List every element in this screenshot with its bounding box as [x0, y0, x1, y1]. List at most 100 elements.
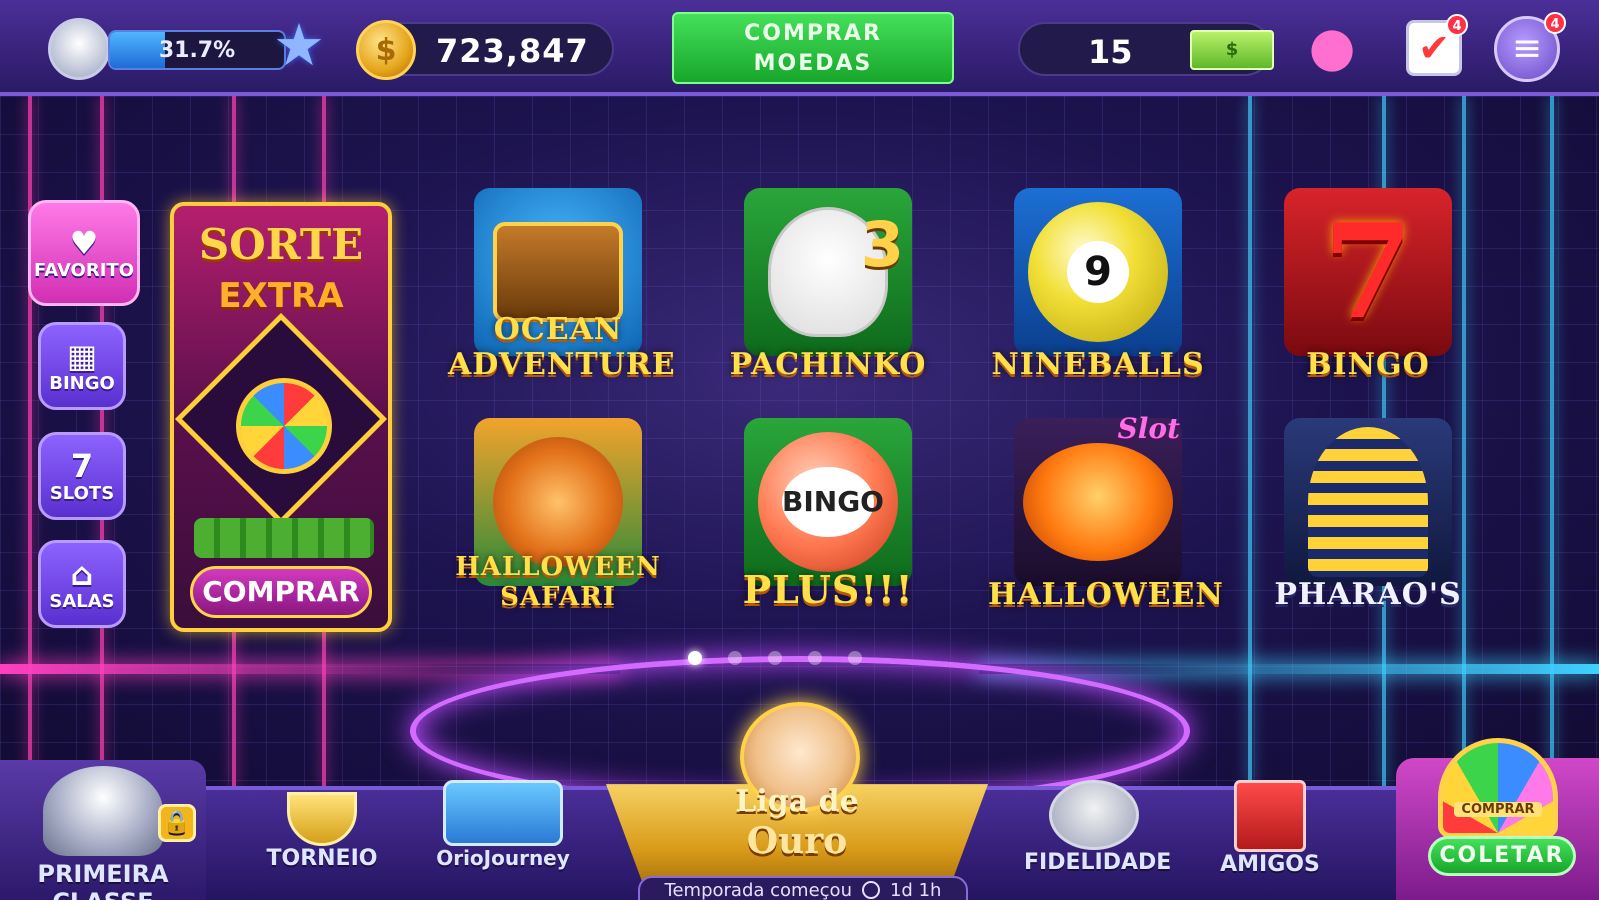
page-dot[interactable]: [808, 651, 822, 665]
page-dot[interactable]: [848, 651, 862, 665]
coin-balance: $ 723,847: [356, 20, 614, 80]
player-avatar[interactable]: [48, 18, 110, 80]
first-class-button[interactable]: PRIMEIRA CLASSE 🔒: [0, 760, 206, 900]
game-art: BINGO: [744, 418, 912, 586]
wheel-buy-label: COMPRAR: [1454, 802, 1542, 817]
top-bar: 31.7% ★ $ 723,847 COMPRAR MOEDAS 15 $ ● …: [0, 0, 1599, 96]
pumpkin-icon: [1023, 443, 1173, 561]
nav-label: SLOTS: [49, 482, 115, 504]
tasks-notification-badge: 4: [1446, 14, 1468, 36]
daily-wheel-panel: COMPRAR COLETAR: [1396, 738, 1599, 900]
heart-icon: ♥: [69, 223, 99, 262]
journey-button[interactable]: OrioJourney: [430, 780, 576, 871]
nav-label: FAVORITO: [34, 259, 134, 281]
tournament-button[interactable]: TORNEIO: [262, 792, 382, 871]
season-text: Temporada começou: [664, 879, 852, 900]
game-tile-bingo[interactable]: 7 BINGO: [1268, 188, 1468, 382]
coin-icon: $: [356, 20, 416, 80]
slot-machine-icon: 7: [70, 446, 94, 485]
slot-tag: Slot: [1117, 412, 1180, 445]
buy-coins-button[interactable]: COMPRAR MOEDAS: [672, 12, 954, 84]
bingo-ball-icon: BINGO: [758, 432, 898, 572]
league-title: Liga de: [735, 784, 859, 819]
trophy-icon: [287, 792, 357, 846]
league-subtitle: Ouro: [746, 820, 848, 862]
ball-number: 9: [1067, 241, 1129, 303]
season-timer: Temporada começou 1d 1h: [638, 876, 968, 900]
season-time: 1d 1h: [889, 879, 942, 900]
friends-label: AMIGOS: [1220, 852, 1320, 877]
game-art: Slot: [1014, 412, 1182, 586]
bingo-card-icon: ▦: [66, 336, 98, 375]
page-indicator: [688, 651, 862, 665]
game-title: BINGO: [1306, 347, 1430, 382]
promo-buy-button[interactable]: COMPRAR: [190, 566, 372, 618]
game-title: PACHINKO: [729, 347, 927, 382]
treasure-chest-icon: [493, 222, 623, 322]
cash-bill-icon[interactable]: $: [1190, 30, 1274, 70]
game-title: PLUS!!!: [742, 567, 914, 612]
nav-salas-button[interactable]: ⌂ SALAS: [38, 540, 126, 628]
game-title: HALLOWEEN: [988, 577, 1224, 612]
buy-coins-label-line2: MOEDAS: [753, 51, 873, 76]
xp-progress-bar: 31.7%: [108, 30, 286, 70]
lion-icon: [493, 437, 623, 567]
crown-icon: [43, 766, 163, 856]
floor-glow: [979, 664, 1599, 674]
pharaoh-mask-icon: [1308, 427, 1428, 577]
loyalty-badge-icon: [1049, 780, 1139, 850]
neon-light: [1248, 96, 1252, 786]
gift-icon: [1234, 780, 1306, 852]
nav-favorito-button[interactable]: ♥ FAVORITO: [28, 200, 140, 306]
xp-percent-label: 31.7%: [158, 38, 236, 63]
house-icon: ⌂: [70, 554, 94, 593]
nine-ball-icon: 9: [1028, 202, 1168, 342]
game-tile-halloween[interactable]: Slot HALLOWEEN: [988, 412, 1223, 612]
page-dot[interactable]: [728, 651, 742, 665]
sorte-extra-promo-card[interactable]: SORTE EXTRA COMPRAR: [170, 202, 392, 632]
game-title: NINEBALLS: [991, 347, 1205, 382]
loyalty-button[interactable]: FIDELIDADE: [1024, 780, 1171, 875]
tournament-label: TORNEIO: [266, 846, 378, 871]
lock-icon: 🔒: [158, 804, 196, 842]
game-art: 3: [744, 188, 912, 356]
piggy-bank-icon[interactable]: ●: [1292, 16, 1372, 78]
game-tile-bingo-plus[interactable]: BINGO PLUS!!!: [728, 418, 928, 612]
friends-button[interactable]: AMIGOS: [1208, 780, 1332, 877]
bottom-bar: PRIMEIRA CLASSE 🔒 TORNEIO OrioJourney Li…: [0, 702, 1599, 900]
ticket-balance-value: 15: [1088, 33, 1133, 71]
game-art: 9: [1014, 188, 1182, 356]
game-tile-halloween-safari[interactable]: HALLOWEEN SAFARI: [455, 418, 660, 612]
collect-button[interactable]: COLETAR: [1428, 836, 1576, 876]
pachinko-3-tag: 3: [860, 208, 904, 281]
game-tile-ocean-adventure[interactable]: OCEAN ADVENTURE: [448, 188, 675, 382]
page-dot[interactable]: [688, 651, 702, 665]
game-title: OCEAN ADVENTURE: [448, 312, 676, 382]
buy-coins-label-line1: COMPRAR: [744, 21, 882, 46]
menu-notification-badge: 4: [1544, 12, 1566, 34]
game-tile-pachinko[interactable]: 3 PACHINKO: [728, 188, 928, 382]
promo-title: SORTE: [198, 220, 364, 269]
game-tile-nineballs[interactable]: 9 NINEBALLS: [991, 188, 1204, 382]
floor-glow: [0, 664, 620, 674]
coin-balance-value: 723,847: [436, 32, 589, 70]
first-class-label: PRIMEIRA CLASSE: [37, 860, 169, 900]
promo-subtitle: EXTRA: [218, 276, 344, 316]
journey-map-icon: [443, 780, 563, 846]
cash-ticket-balance: 15 $: [1018, 22, 1274, 76]
nav-slots-button[interactable]: 7 SLOTS: [38, 432, 126, 520]
nav-label: SALAS: [49, 590, 115, 612]
loyalty-label: FIDELIDADE: [1024, 850, 1172, 875]
neon-light: [28, 96, 32, 786]
game-tile-pharaos[interactable]: PHARAO'S: [1268, 418, 1468, 612]
page-dot[interactable]: [768, 651, 782, 665]
game-art: 7: [1284, 188, 1452, 356]
game-title: PHARAO'S: [1274, 577, 1462, 612]
game-art: [1284, 418, 1452, 586]
fortune-wheel-icon: [236, 378, 332, 474]
neon-light: [1550, 96, 1554, 786]
level-star-icon[interactable]: ★: [268, 11, 330, 79]
game-title: HALLOWEEN SAFARI: [455, 552, 661, 612]
nav-bingo-button[interactable]: ▦ BINGO: [38, 322, 126, 410]
clock-icon: [861, 881, 880, 899]
